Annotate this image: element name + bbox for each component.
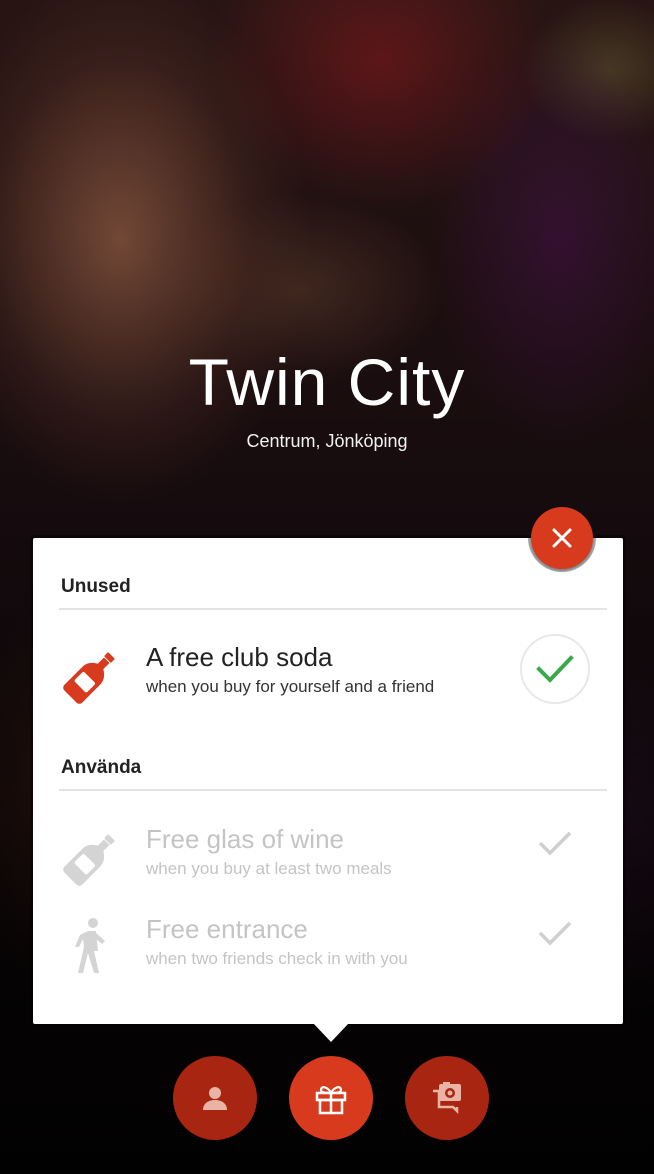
offer-item-club-soda[interactable]: A free club soda when you buy for yourse… [33, 634, 623, 714]
nav-profile-button[interactable] [173, 1056, 257, 1140]
bottle-icon [59, 644, 123, 708]
walking-person-icon [59, 916, 123, 980]
close-icon [552, 528, 572, 548]
offer-item-entrance[interactable]: Free entrance when two friends check in … [33, 908, 623, 986]
offers-panel: Unused A free club soda when you buy for… [33, 538, 623, 1024]
check-icon [536, 655, 574, 683]
offer-title: A free club soda [146, 642, 333, 672]
section-unused-heading: Unused [61, 576, 131, 597]
check-icon [530, 818, 580, 868]
redeem-check-button[interactable] [520, 634, 590, 704]
offer-description: when you buy at least two meals [146, 859, 392, 878]
venue-location: Centrum, Jönköping [246, 431, 408, 451]
divider [59, 608, 607, 610]
offer-title: Free glas of wine [146, 824, 344, 854]
person-icon [203, 1087, 227, 1110]
close-button[interactable] [531, 507, 593, 569]
panel-pointer [313, 1023, 349, 1042]
section-used-heading: Använda [61, 757, 142, 778]
camera-chat-icon [433, 1082, 461, 1115]
offer-description: when you buy for yourself and a friend [146, 677, 435, 696]
divider [59, 789, 607, 791]
gift-icon [315, 1086, 347, 1115]
nav-photos-button[interactable] [405, 1056, 489, 1140]
nav-offers-button[interactable] [289, 1056, 373, 1140]
offer-item-wine[interactable]: Free glas of wine when you buy at least … [33, 818, 623, 896]
offer-title: Free entrance [146, 914, 308, 944]
check-icon [530, 908, 580, 958]
offer-description: when two friends check in with you [146, 949, 408, 968]
venue-name: Twin City [188, 345, 466, 419]
bottle-icon [59, 826, 123, 890]
